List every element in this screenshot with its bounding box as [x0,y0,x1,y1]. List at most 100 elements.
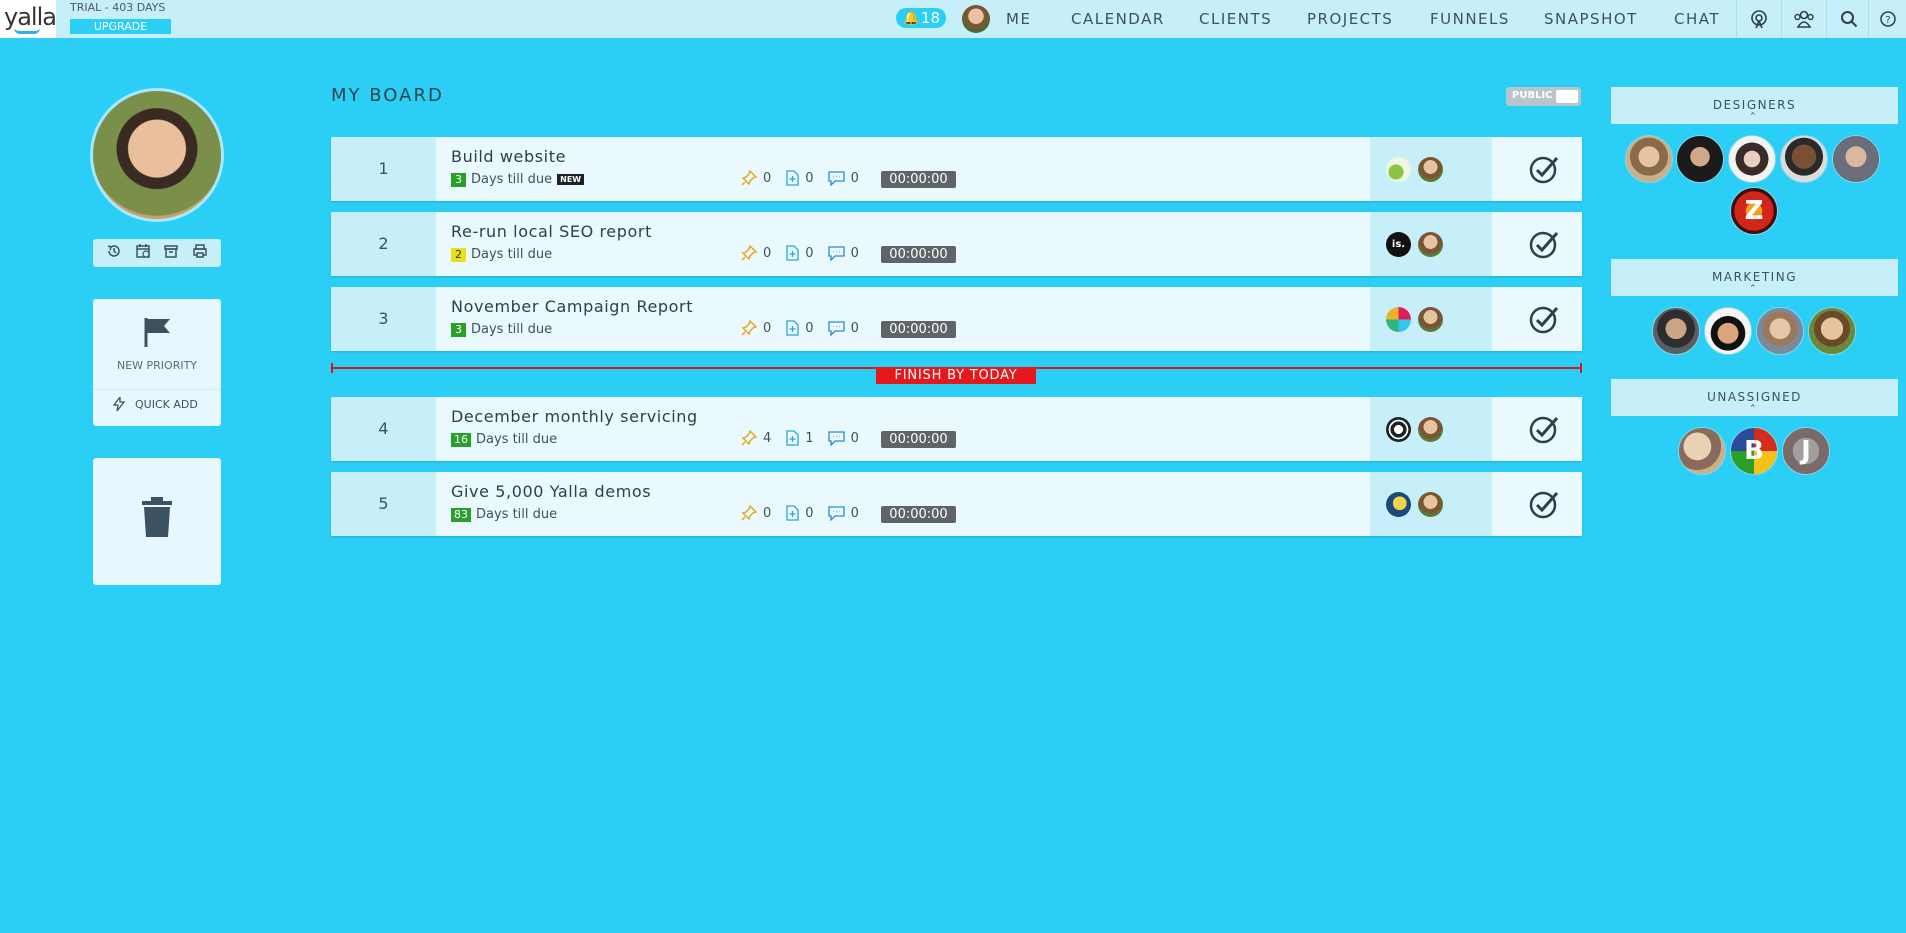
member-avatar[interactable]: B [1730,427,1778,475]
client-logo[interactable] [1386,157,1411,182]
client-logo[interactable] [1386,307,1411,332]
new-priority-panel[interactable]: NEW PRIORITY QUICK ADD [93,299,221,426]
member-avatar[interactable]: J [1782,427,1830,475]
task-title[interactable]: November Campaign Report [451,297,693,316]
upgrade-button[interactable]: UPGRADE [70,19,171,34]
public-toggle[interactable]: PUBLIC [1506,87,1581,106]
nav-calendar[interactable]: CALENDAR [1071,10,1165,28]
task-row[interactable]: 3 November Campaign Report 3 Days till d… [331,287,1582,351]
history-icon[interactable] [106,243,122,263]
client-logo[interactable] [1386,492,1411,517]
task-row[interactable]: 5 Give 5,000 Yalla demos 83 Days till du… [331,472,1582,536]
task-row[interactable]: 2 Re-run local SEO report 2 Days till du… [331,212,1582,276]
member-avatar[interactable] [1728,135,1776,183]
complete-check-icon[interactable] [1528,488,1560,524]
member-avatar[interactable] [1780,135,1828,183]
member-avatar[interactable] [1704,307,1752,355]
quick-add-button[interactable]: QUICK ADD [113,397,198,411]
task-title[interactable]: Re-run local SEO report [451,222,652,241]
member-avatar[interactable] [1625,135,1673,183]
task-title[interactable]: Give 5,000 Yalla demos [451,482,651,501]
files-stat[interactable]: 0 [785,320,814,336]
assignee-avatar[interactable] [1418,232,1443,257]
pins-stat[interactable]: 0 [741,245,771,261]
assignee-avatar[interactable] [1418,157,1443,182]
task-timer[interactable]: 00:00:00 [881,321,956,338]
schedule-icon[interactable] [135,243,151,263]
member-avatar[interactable] [1678,427,1726,475]
complete-check-icon[interactable] [1528,153,1560,189]
task-timer[interactable]: 00:00:00 [881,246,956,263]
task-title[interactable]: Build website [451,147,566,166]
task-assignees[interactable] [1370,397,1492,461]
task-number[interactable]: 3 [331,287,436,351]
member-avatar[interactable] [1756,307,1804,355]
member-avatar[interactable] [1652,307,1700,355]
nav-projects[interactable]: PROJECTS [1307,10,1393,28]
nav-me[interactable]: ME [1006,10,1031,28]
member-avatar[interactable] [1676,135,1724,183]
member-avatar[interactable] [1832,135,1880,183]
group-marketing[interactable]: MARKETING ⌃ [1611,259,1898,296]
pins-stat[interactable]: 0 [741,505,771,521]
help-icon[interactable]: ? [1868,0,1906,38]
complete-check-icon[interactable] [1528,303,1560,339]
pins-count: 0 [763,505,772,521]
task-row[interactable]: 4 December monthly servicing 16 Days til… [331,397,1582,461]
files-stat[interactable]: 0 [785,170,814,186]
task-number[interactable]: 2 [331,212,436,276]
task-assignees[interactable] [1370,287,1492,351]
yalla-logo[interactable]: yalla [0,0,57,38]
avatar[interactable] [962,5,990,33]
caret-up-icon[interactable]: ⌃ [1749,112,1757,122]
client-logo[interactable] [1386,417,1411,442]
pins-stat[interactable]: 0 [741,170,771,186]
top-bar: yalla TRIAL - 403 DAYS UPGRADE 🔔 18 ME C… [0,0,1906,38]
search-icon[interactable] [1826,0,1870,38]
comments-stat[interactable]: 0 [827,246,859,261]
nav-snapshot[interactable]: SNAPSHOT [1544,10,1638,28]
archive-icon[interactable] [163,243,179,263]
files-stat[interactable]: 0 [785,505,814,521]
task-number[interactable]: 4 [331,397,436,461]
caret-up-icon[interactable]: ⌃ [1749,404,1757,414]
member-avatar[interactable]: Z [1730,187,1778,235]
team-icon[interactable] [1781,0,1825,38]
task-timer[interactable]: 00:00:00 [881,171,956,188]
trash-dropzone[interactable] [93,458,221,585]
client-logo[interactable]: is. [1386,232,1411,257]
pins-stat[interactable]: 0 [741,320,771,336]
task-number[interactable]: 1 [331,137,436,201]
complete-check-icon[interactable] [1528,228,1560,264]
complete-check-icon[interactable] [1528,413,1560,449]
print-icon[interactable] [192,243,208,263]
files-stat[interactable]: 1 [785,430,814,446]
task-assignees[interactable] [1370,137,1492,201]
assignee-avatar[interactable] [1418,492,1443,517]
assignee-avatar[interactable] [1418,307,1443,332]
assignee-avatar[interactable] [1418,417,1443,442]
task-row[interactable]: 1 Build website 3 Days till due NEW 0 0 … [331,137,1582,201]
task-number[interactable]: 5 [331,472,436,536]
task-assignees[interactable] [1370,472,1492,536]
files-stat[interactable]: 0 [785,245,814,261]
member-avatar[interactable] [1808,307,1856,355]
nav-clients[interactable]: CLIENTS [1199,10,1272,28]
comments-stat[interactable]: 0 [827,506,859,521]
nav-chat[interactable]: CHAT [1674,10,1720,28]
comments-stat[interactable]: 0 [827,431,859,446]
task-assignees[interactable]: is. [1370,212,1492,276]
broadcast-icon[interactable] [1736,0,1780,38]
caret-up-icon[interactable]: ⌃ [1749,284,1757,294]
pins-stat[interactable]: 4 [741,430,771,446]
comments-stat[interactable]: 0 [827,171,859,186]
task-timer[interactable]: 00:00:00 [881,431,956,448]
comments-stat[interactable]: 0 [827,321,859,336]
task-title[interactable]: December monthly servicing [451,407,698,426]
group-designers[interactable]: DESIGNERS ⌃ [1611,87,1898,124]
notifications-badge[interactable]: 🔔 18 [896,8,946,28]
group-unassigned[interactable]: UNASSIGNED ⌃ [1611,379,1898,416]
nav-funnels[interactable]: FUNNELS [1430,10,1510,28]
profile-photo[interactable] [90,88,224,222]
task-timer[interactable]: 00:00:00 [881,506,956,523]
